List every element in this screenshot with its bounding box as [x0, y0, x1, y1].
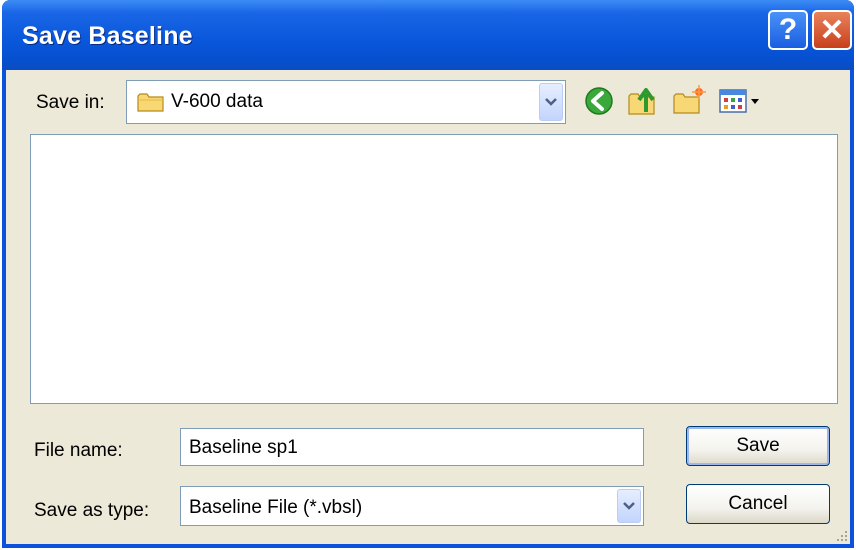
save-baseline-dialog: Save Baseline ? ✕ Save in: V-600 data Fi… [2, 0, 854, 548]
save-in-dropdown[interactable]: V-600 data [126, 80, 566, 124]
help-button[interactable]: ? [768, 10, 808, 50]
folder-icon [137, 93, 164, 112]
up-folder-icon[interactable] [626, 84, 660, 118]
views-menu-icon[interactable] [718, 84, 766, 118]
dialog-body: Save in: V-600 data File name: Baseline … [6, 70, 850, 544]
save-as-type-dropdown[interactable]: Baseline File (*.vbsl) [180, 486, 644, 526]
new-folder-icon[interactable] [672, 84, 706, 118]
title-bar[interactable]: Save Baseline ? ✕ [2, 0, 854, 70]
save-in-dropdown-button[interactable] [539, 83, 563, 121]
file-name-input[interactable]: Baseline sp1 [180, 428, 644, 466]
dialog-title: Save Baseline [22, 22, 193, 50]
file-name-label: File name: [34, 440, 123, 461]
save-in-value: V-600 data [171, 91, 263, 112]
resize-grip-icon[interactable] [834, 528, 848, 542]
file-list-pane[interactable] [30, 134, 838, 404]
save-as-type-label: Save as type: [34, 500, 150, 521]
save-as-type-value: Baseline File (*.vbsl) [189, 497, 363, 518]
cancel-button[interactable]: Cancel [686, 484, 830, 524]
back-icon[interactable] [582, 84, 616, 118]
help-icon: ? [778, 13, 798, 46]
close-button[interactable]: ✕ [812, 10, 852, 50]
close-icon: ✕ [819, 13, 845, 47]
save-as-type-dropdown-button[interactable] [617, 489, 641, 523]
chevron-down-icon [623, 502, 635, 510]
save-button[interactable]: Save [686, 426, 830, 466]
chevron-down-icon [545, 98, 557, 106]
save-in-label: Save in: [36, 92, 105, 113]
